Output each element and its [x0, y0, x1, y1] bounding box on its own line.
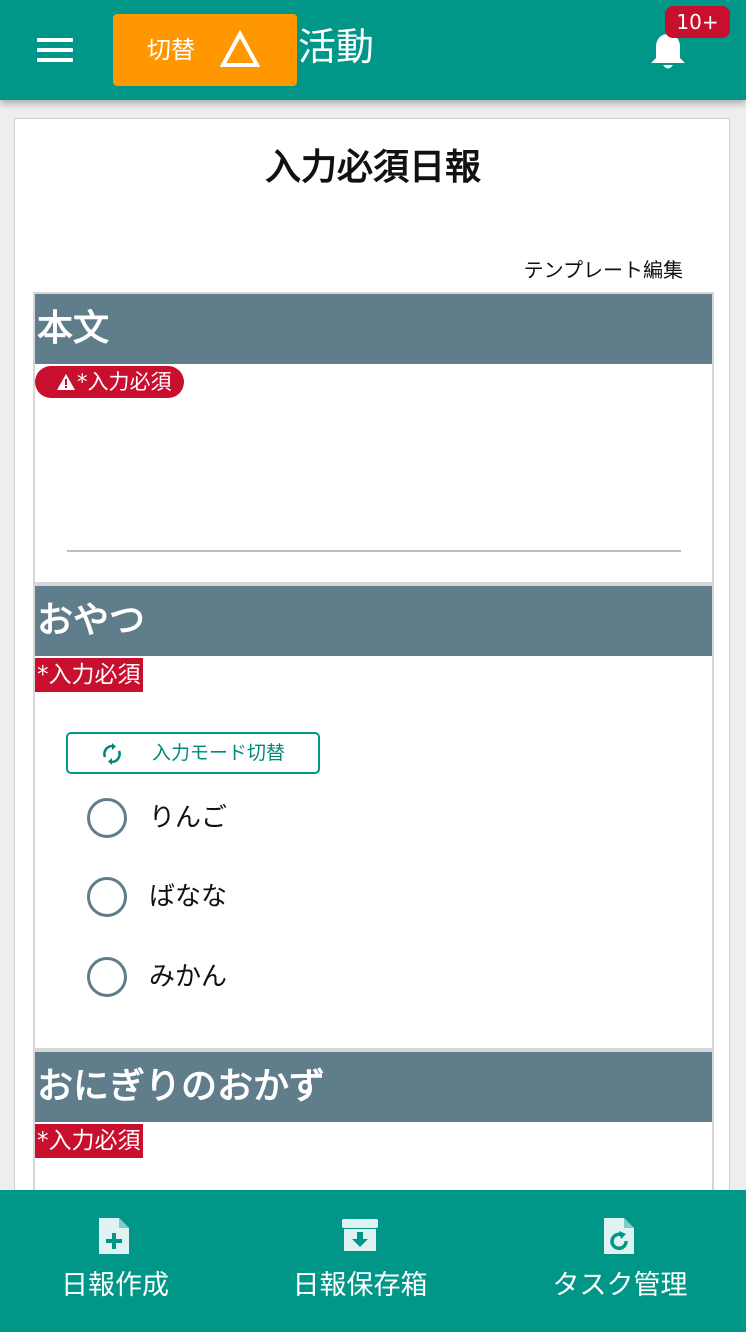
sync-icon [103, 743, 121, 765]
radio-option-apple[interactable]: りんご [87, 798, 487, 842]
section-heading: 本文 [35, 294, 712, 364]
nav-label: 日報作成 [61, 1270, 169, 1301]
body-text-input[interactable] [67, 550, 681, 552]
bottom-navigation: 日報作成 日報保存箱 タスク管理 [0, 1190, 746, 1332]
radio-option-orange[interactable]: みかん [87, 957, 487, 1001]
archive-download-icon [342, 1219, 378, 1251]
radio-circle[interactable] [87, 798, 127, 838]
radio-label: ばなな [149, 882, 228, 912]
radio-circle[interactable] [87, 877, 127, 917]
section-snack: おやつ *入力必須 入力モード切替 りんご ばなな みかん [33, 584, 714, 1050]
required-badge: *入力必須 [35, 658, 143, 692]
required-badge: *入力必須 [35, 366, 184, 398]
radio-circle[interactable] [87, 957, 127, 997]
nav-create-report[interactable]: 日報作成 [20, 1190, 210, 1332]
section-heading: おやつ [35, 586, 712, 656]
switch-button-label: 切替 [147, 36, 195, 64]
nav-task-management[interactable]: タスク管理 [525, 1190, 715, 1332]
radio-label: りんご [149, 803, 228, 833]
nav-report-archive[interactable]: 日報保存箱 [265, 1190, 455, 1332]
input-mode-switch-label: 入力モード切替 [152, 742, 286, 764]
app-header: 切替 活動 10+ [0, 0, 746, 100]
section-body-text: 本文 *入力必須 [33, 292, 714, 584]
file-refresh-icon [604, 1218, 634, 1254]
input-mode-switch-button[interactable]: 入力モード切替 [66, 732, 320, 774]
switch-button[interactable]: 切替 [113, 14, 297, 86]
page-title: 入力必須日報 [264, 147, 481, 188]
file-plus-icon [99, 1218, 129, 1254]
radio-option-banana[interactable]: ばなな [87, 877, 487, 921]
radio-label: みかん [149, 962, 228, 992]
nav-label: タスク管理 [552, 1270, 688, 1301]
app-title: 活動 [298, 25, 375, 69]
warning-triangle-icon [220, 30, 260, 67]
template-edit-link[interactable]: テンプレート編集 [0, 256, 683, 284]
required-badge: *入力必須 [35, 1124, 143, 1158]
nav-label: 日報保存箱 [292, 1270, 428, 1301]
section-heading: おにぎりのおかず [35, 1052, 712, 1122]
notification-badge: 10+ [665, 6, 730, 38]
hamburger-menu-icon[interactable] [30, 30, 80, 70]
warning-icon [57, 374, 75, 390]
